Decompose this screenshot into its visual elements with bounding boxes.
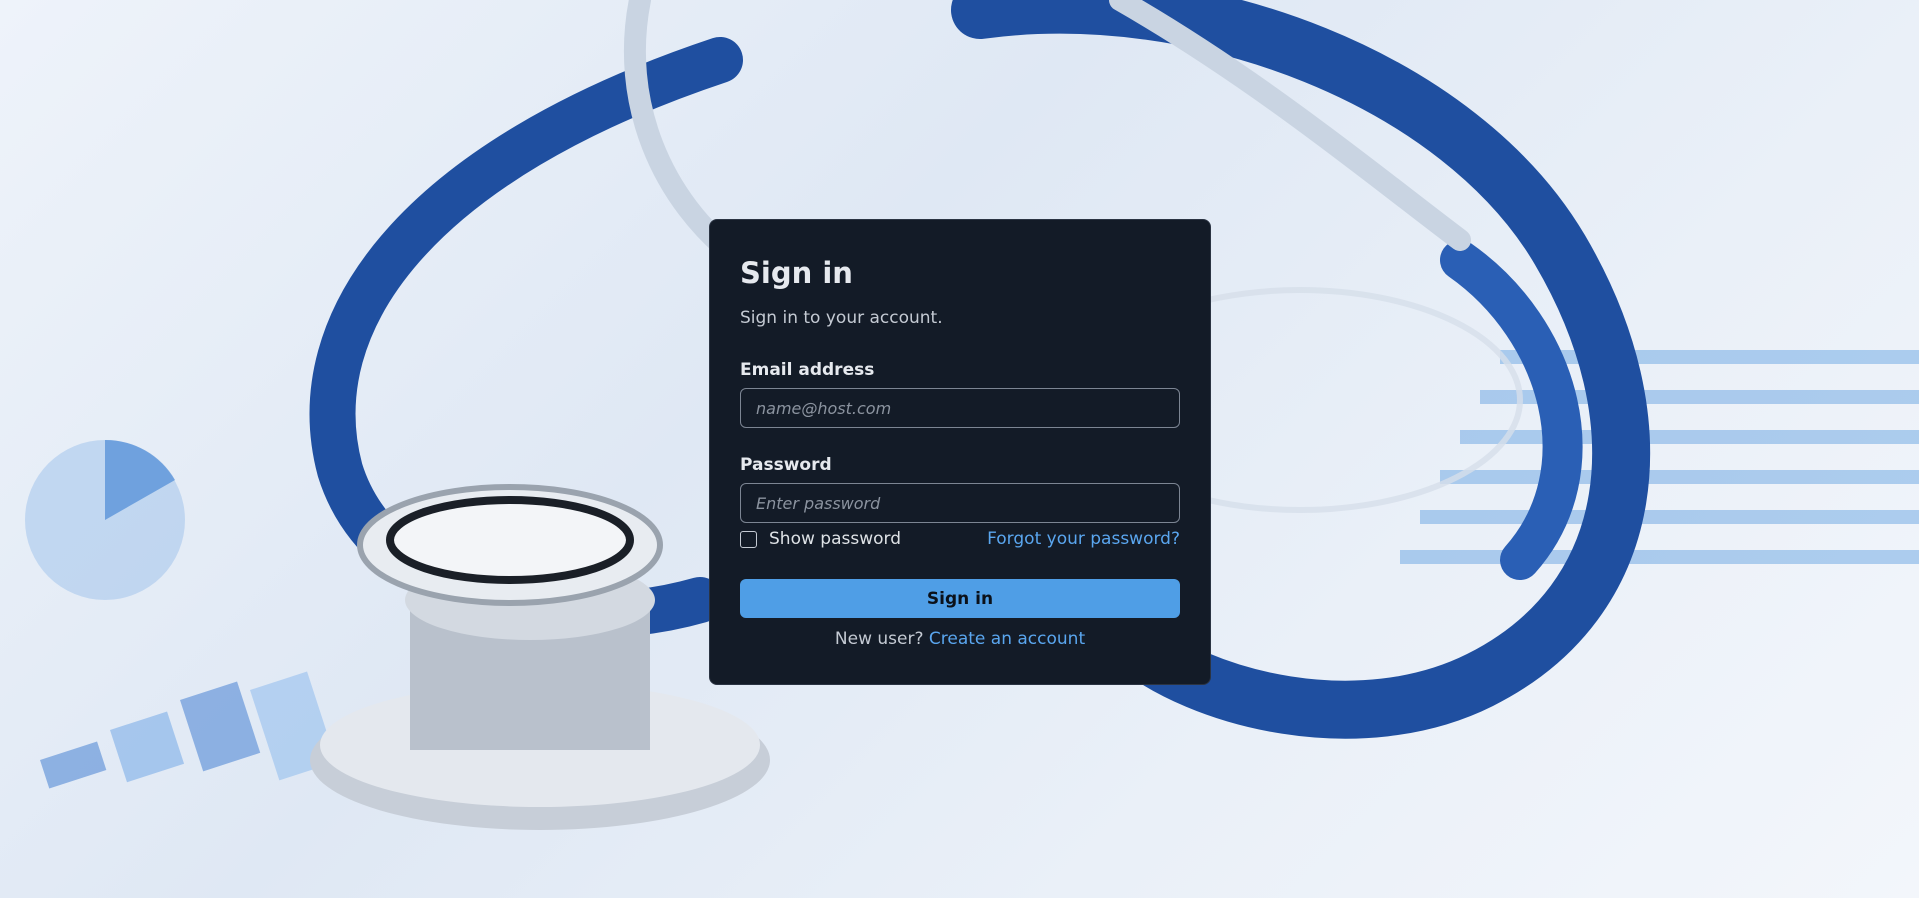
page-title: Sign in (740, 256, 853, 290)
forgot-password-link[interactable]: Forgot your password? (987, 529, 1180, 549)
password-input[interactable] (740, 483, 1180, 523)
signin-button[interactable]: Sign in (740, 579, 1180, 618)
show-password-row: Show password Forgot your password? (740, 529, 1180, 551)
email-label: Email address (740, 360, 875, 380)
signin-card: Sign in Sign in to your account. Email a… (709, 219, 1211, 685)
signin-subtitle: Sign in to your account. (740, 308, 943, 328)
create-account-link[interactable]: Create an account (929, 629, 1085, 649)
email-input[interactable] (740, 388, 1180, 428)
show-password-label[interactable]: Show password (769, 529, 901, 549)
new-user-line: New user? Create an account (740, 629, 1180, 649)
new-user-text: New user? (834, 629, 924, 649)
password-label: Password (740, 455, 832, 475)
show-password-checkbox[interactable] (740, 531, 757, 548)
